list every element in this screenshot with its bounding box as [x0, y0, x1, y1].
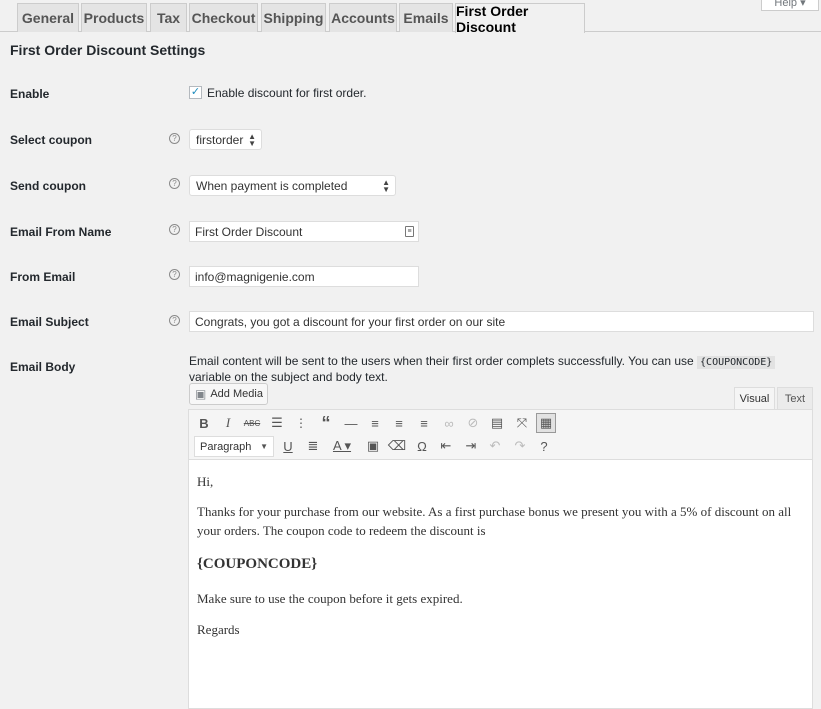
align-left-icon[interactable]: ≡ — [365, 413, 385, 433]
strikethrough-icon[interactable]: ABC — [242, 413, 262, 433]
enable-checkbox[interactable]: ✓ — [189, 86, 202, 99]
closing-paragraph: Regards — [197, 622, 240, 637]
tab-text[interactable]: Text — [777, 387, 813, 409]
redo-icon[interactable]: ↷ — [510, 436, 530, 456]
tab-first-order-discount[interactable]: First Order Discount — [455, 3, 585, 35]
help-tip-icon[interactable]: ? — [169, 269, 180, 280]
email-body-description: Email content will be sent to the users … — [189, 354, 814, 384]
email-from-name-input[interactable]: First Order Discount ≡ — [189, 221, 419, 242]
email-body-label: Email Body — [10, 360, 76, 374]
send-coupon-value: When payment is completed — [196, 178, 348, 193]
select-arrows-icon: ▲ ▼ — [248, 132, 256, 148]
insert-link-icon[interactable]: ∞ — [439, 413, 459, 433]
chevron-down-icon: ▼ — [260, 442, 268, 451]
increase-indent-icon[interactable]: ⇥ — [461, 436, 481, 456]
coupon-code-placeholder: {COUPONCODE} — [197, 556, 318, 572]
enable-label: Enable — [10, 87, 50, 101]
media-icon: ▣ — [195, 387, 207, 401]
autofill-contact-icon[interactable]: ≡ — [405, 226, 414, 237]
help-tip-icon[interactable]: ? — [169, 315, 180, 326]
description-text-end: variable on the subject and body text. — [189, 370, 388, 384]
tab-checkout[interactable]: Checkout — [189, 3, 258, 32]
special-character-icon[interactable]: Ω — [412, 436, 432, 456]
page-title: First Order Discount Settings — [10, 42, 206, 58]
justify-icon[interactable]: ≣ — [303, 436, 323, 456]
add-media-button[interactable]: ▣ Add Media — [189, 383, 268, 405]
email-from-name-label: Email From Name — [10, 225, 112, 239]
email-subject-label: Email Subject — [10, 315, 89, 329]
fullscreen-icon[interactable]: ⤧ — [512, 413, 532, 433]
align-center-icon[interactable]: ≡ — [389, 413, 409, 433]
paste-text-icon[interactable]: ▣ — [363, 436, 383, 456]
underline-icon[interactable]: U — [278, 436, 298, 456]
from-email-value: info@magnigenie.com — [195, 269, 315, 284]
select-coupon-value: firstorder — [196, 132, 244, 147]
tab-tax[interactable]: Tax — [150, 3, 187, 32]
email-from-name-value: First Order Discount — [195, 224, 303, 239]
add-media-label: Add Media — [210, 388, 263, 400]
reminder-paragraph: Make sure to use the coupon before it ge… — [197, 591, 463, 606]
editor-toolbar: B I ABC ☰ ⋮ “ — ≡ ≡ ≡ ∞ ⊘ ▤ ⤧ ▦ Paragrap… — [189, 410, 812, 460]
help-tip-icon[interactable]: ? — [169, 178, 180, 189]
format-value: Paragraph — [200, 440, 252, 453]
select-coupon-label: Select coupon — [10, 133, 93, 147]
tab-general[interactable]: General — [17, 3, 79, 32]
tab-products[interactable]: Products — [81, 3, 147, 32]
tab-visual[interactable]: Visual — [734, 387, 775, 409]
help-tip-icon[interactable]: ? — [169, 133, 180, 144]
bold-icon[interactable]: B — [194, 413, 214, 433]
format-dropdown[interactable]: Paragraph ▼ — [194, 436, 274, 457]
tab-shipping[interactable]: Shipping — [261, 3, 326, 32]
enable-checkbox-label[interactable]: Enable discount for first order. — [207, 86, 366, 100]
send-coupon-dropdown[interactable]: When payment is completed ▲ ▼ — [189, 175, 396, 196]
remove-link-icon[interactable]: ⊘ — [463, 413, 483, 433]
decrease-indent-icon[interactable]: ⇤ — [436, 436, 456, 456]
description-text: Email content will be sent to the users … — [189, 354, 698, 368]
settings-tabs: General Products Tax Checkout Shipping A… — [0, 0, 821, 35]
horizontal-line-icon[interactable]: — — [341, 413, 361, 433]
bulleted-list-icon[interactable]: ☰ — [267, 413, 287, 433]
help-tip-icon[interactable]: ? — [169, 224, 180, 235]
email-body-editor[interactable]: B I ABC ☰ ⋮ “ — ≡ ≡ ≡ ∞ ⊘ ▤ ⤧ ▦ Paragrap… — [188, 409, 813, 709]
clear-formatting-icon[interactable]: ⌫ — [387, 436, 407, 456]
keyboard-shortcuts-icon[interactable]: ? — [534, 436, 554, 456]
italic-icon[interactable]: I — [218, 413, 238, 433]
checkmark-icon: ✓ — [190, 86, 201, 98]
toolbar-toggle-icon[interactable]: ▦ — [536, 413, 556, 433]
text-color-icon[interactable]: A ▾ — [328, 436, 356, 456]
numbered-list-icon[interactable]: ⋮ — [291, 413, 311, 433]
read-more-icon[interactable]: ▤ — [487, 413, 507, 433]
tab-accounts[interactable]: Accounts — [329, 3, 397, 32]
align-right-icon[interactable]: ≡ — [414, 413, 434, 433]
greeting-paragraph: Hi, — [197, 474, 214, 489]
send-coupon-label: Send coupon — [10, 179, 86, 193]
from-email-input[interactable]: info@magnigenie.com — [189, 266, 419, 287]
variable-code: {COUPONCODE} — [697, 356, 776, 369]
tab-emails[interactable]: Emails — [399, 3, 453, 32]
body-paragraph: Thanks for your purchase from our websit… — [197, 504, 792, 538]
email-subject-value: Congrats, you got a discount for your fi… — [195, 314, 506, 329]
blockquote-icon[interactable]: “ — [316, 413, 336, 433]
from-email-label: From Email — [10, 270, 76, 284]
select-arrows-icon: ▲ ▼ — [382, 178, 390, 194]
undo-icon[interactable]: ↶ — [485, 436, 505, 456]
email-subject-input[interactable]: Congrats, you got a discount for your fi… — [189, 311, 814, 332]
select-coupon-dropdown[interactable]: firstorder ▲ ▼ — [189, 129, 262, 150]
